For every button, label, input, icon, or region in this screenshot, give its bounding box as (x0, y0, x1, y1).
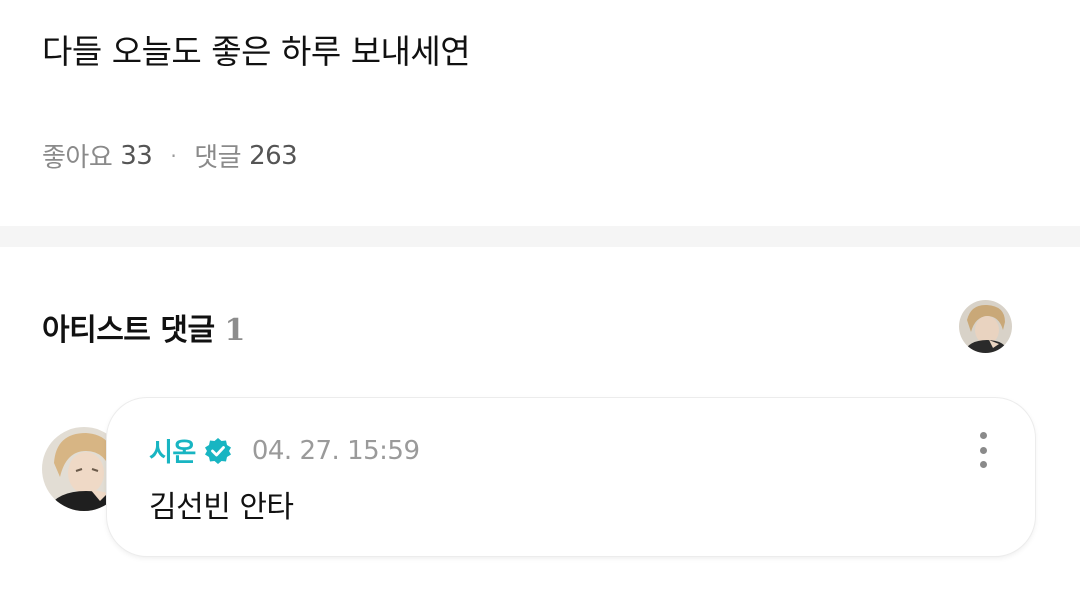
more-vertical-icon[interactable] (969, 430, 997, 470)
verified-check-icon (204, 437, 232, 465)
more-dot (979, 446, 987, 454)
post: 다들 오늘도 좋은 하루 보내세연 좋아요 33 · 댓글 263 (0, 0, 1080, 226)
artist-comments-title: 아티스트 댓글 1 (42, 305, 245, 349)
comments-count[interactable]: 263 (249, 141, 298, 171)
comment-bubble: 시온 04. 27. 15:59 김선빈 안타 (107, 398, 1035, 556)
artist-avatar-small[interactable] (959, 300, 1012, 353)
more-dot (979, 461, 987, 468)
post-text: 다들 오늘도 좋은 하루 보내세연 (42, 32, 471, 71)
artist-comments-label: 아티스트 댓글 (42, 313, 215, 348)
comment-timestamp: 04. 27. 15:59 (251, 435, 420, 466)
comment-author[interactable]: 시온 (149, 432, 196, 469)
more-dot (979, 432, 987, 439)
likes-count: 33 (120, 140, 153, 171)
post-stats: 좋아요 33 · 댓글 263 (42, 137, 298, 174)
likes-label: 좋아요 (42, 143, 113, 173)
section-divider (0, 226, 1080, 247)
stats-separator: · (170, 143, 177, 168)
artist-comments-count: 1 (224, 313, 246, 348)
comments-label[interactable]: 댓글 (194, 137, 241, 174)
comment-text: 김선빈 안타 (149, 490, 294, 525)
comment-header: 시온 04. 27. 15:59 (149, 432, 420, 469)
